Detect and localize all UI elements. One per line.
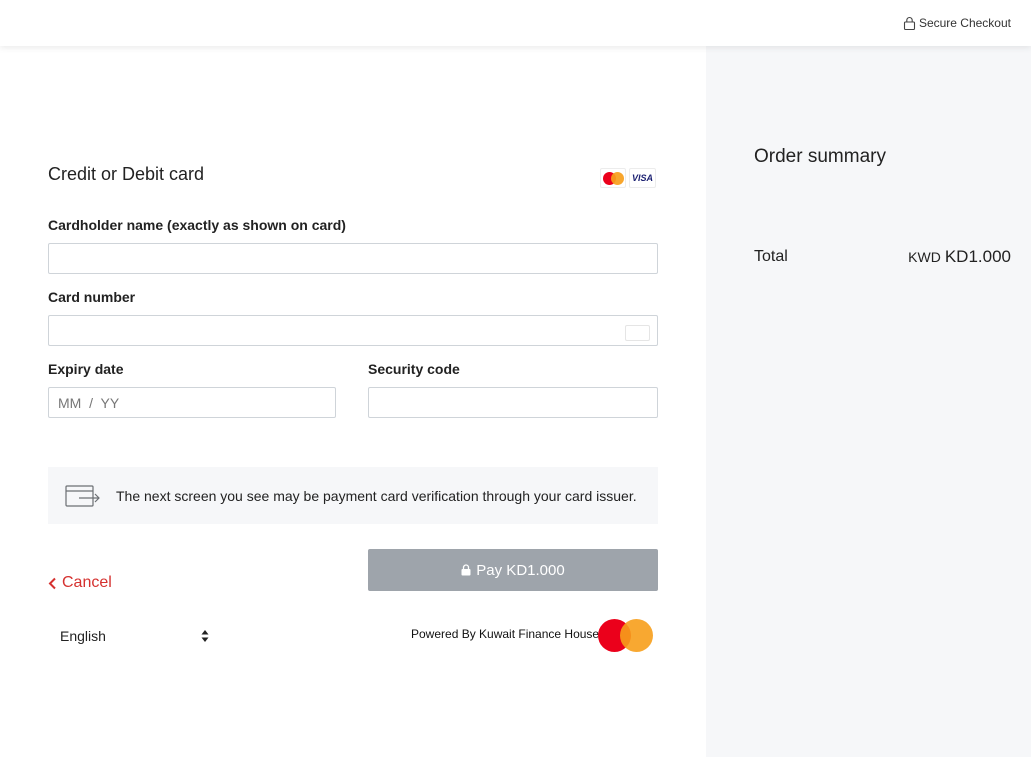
pay-button[interactable]: Pay KD1.000: [368, 549, 658, 591]
secure-checkout-label: Secure Checkout: [918, 16, 1011, 30]
card-redirect-icon: [65, 484, 100, 507]
language-select-value: English: [60, 628, 106, 644]
total-label: Total: [754, 248, 788, 265]
cardholder-name-input[interactable]: [48, 243, 658, 274]
pay-button-label: Pay KD1.000: [476, 561, 565, 579]
order-summary-panel: Order summary Total KWD KD1.000: [706, 46, 1031, 757]
visa-logo: VISA: [629, 168, 656, 188]
chevron-left-icon: [48, 577, 56, 589]
expiry-date-input[interactable]: [48, 387, 336, 418]
card-number-label: Card number: [48, 289, 136, 305]
security-code-label: Security code: [368, 361, 460, 377]
sort-arrows-icon: [201, 630, 209, 642]
total-amount: KWD KD1.000: [908, 247, 1011, 267]
powered-by-text: Powered By Kuwait Finance House: [411, 627, 600, 641]
verification-notice: The next screen you see may be payment c…: [48, 467, 658, 524]
accepted-card-brands: VISA: [600, 168, 656, 188]
payment-form-title: Credit or Debit card: [48, 164, 205, 184]
currency-code: KWD: [908, 249, 941, 265]
expiry-date-label: Expiry date: [48, 361, 124, 377]
cancel-label: Cancel: [62, 574, 112, 591]
cardholder-name-label: Cardholder name (exactly as shown on car…: [48, 217, 346, 233]
secure-checkout-indicator: Secure Checkout: [903, 16, 1011, 30]
mastercard-small-logo: [600, 168, 626, 188]
lock-icon: [903, 17, 915, 30]
mastercard-logo: [598, 619, 653, 652]
cancel-link[interactable]: Cancel: [48, 574, 112, 592]
top-bar: Secure Checkout: [0, 0, 1031, 46]
security-code-input[interactable]: [368, 387, 658, 418]
order-summary-title: Order summary: [754, 146, 886, 167]
language-select[interactable]: English: [48, 623, 218, 649]
card-type-icon: [625, 325, 650, 341]
total-amount-value: KD1.000: [944, 247, 1011, 266]
verification-notice-text: The next screen you see may be payment c…: [116, 487, 637, 504]
lock-icon: [461, 564, 471, 576]
card-number-input[interactable]: [48, 315, 658, 346]
